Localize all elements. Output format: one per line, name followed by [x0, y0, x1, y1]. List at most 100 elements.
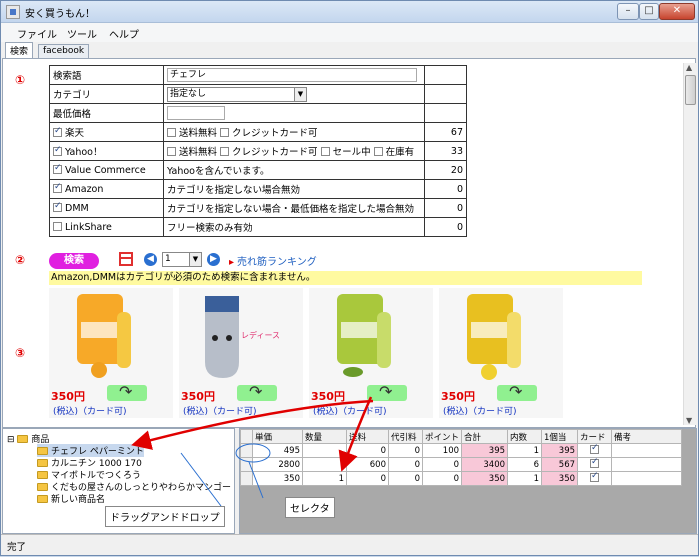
- add-to-cart-icon[interactable]: [237, 382, 277, 401]
- column-header[interactable]: 1個当: [541, 429, 579, 444]
- minimize-button[interactable]: –: [617, 3, 639, 20]
- grid-cell[interactable]: [611, 457, 683, 472]
- category-label: カテゴリ: [49, 84, 164, 104]
- grid-cell[interactable]: 100: [421, 443, 463, 458]
- marker-2: ②: [15, 253, 26, 267]
- scroll-thumb[interactable]: [685, 75, 696, 105]
- product-card[interactable]: 350円 (税込)（カード可): [439, 288, 563, 418]
- grid-cell: 395: [541, 443, 579, 458]
- grid-cell[interactable]: 350: [252, 471, 303, 486]
- checkbox-on-sale[interactable]: [320, 147, 330, 156]
- column-header[interactable]: カード: [577, 429, 613, 444]
- notice-bar: Amazon,DMMはカテゴリが必須のため検索に含まれません。: [49, 271, 642, 285]
- grid-cell[interactable]: [611, 443, 683, 458]
- maximize-button[interactable]: □: [639, 3, 659, 20]
- scroll-down-icon[interactable]: ▼: [686, 416, 692, 425]
- grid-cell[interactable]: [302, 457, 347, 472]
- result-count: 0: [424, 217, 467, 237]
- checkbox-dmm[interactable]: [53, 201, 62, 212]
- next-page-icon[interactable]: ▶: [207, 253, 220, 266]
- product-price: 350円: [311, 390, 345, 403]
- product-image[interactable]: [459, 292, 539, 382]
- checkbox-linkshare[interactable]: [53, 221, 62, 231]
- checkbox-rakuten[interactable]: [53, 126, 62, 137]
- grid-cell[interactable]: 0: [388, 471, 423, 486]
- card-checkbox[interactable]: [590, 443, 600, 454]
- checkbox-free-shipping[interactable]: [167, 128, 176, 137]
- grid-cell[interactable]: 6: [507, 457, 543, 472]
- grid-cell[interactable]: 1: [507, 471, 543, 486]
- card-checkbox[interactable]: [590, 471, 600, 482]
- menu-help[interactable]: ヘルプ: [109, 26, 139, 41]
- column-header[interactable]: 単価: [252, 429, 303, 444]
- grid-cell[interactable]: 0: [388, 443, 423, 458]
- grid-cell[interactable]: 0: [346, 443, 389, 458]
- vertical-scrollbar[interactable]: ▲ ▼: [683, 63, 696, 425]
- checkbox-credit-card[interactable]: [220, 147, 230, 156]
- price-grid: 単価 数量 送料 代引料 ポイント 合計 内数 1個当 カード 備考 495 0…: [240, 429, 683, 486]
- keyword-input[interactable]: チェフレ: [167, 68, 417, 82]
- product-image[interactable]: [69, 292, 149, 382]
- shop-note: フリー検索のみ有効: [163, 217, 425, 237]
- product-card[interactable]: 350円 (税込)（カード可): [49, 288, 173, 418]
- menu-file[interactable]: ファイル: [17, 26, 57, 41]
- add-to-cart-icon[interactable]: [497, 382, 537, 401]
- column-header[interactable]: 合計: [461, 429, 509, 444]
- tree-item[interactable]: 新しい商品名: [37, 492, 105, 505]
- page-select[interactable]: 1 ▼: [162, 252, 202, 267]
- product-image[interactable]: レディース: [199, 292, 279, 382]
- column-header[interactable]: 備考: [611, 429, 683, 444]
- add-to-cart-icon[interactable]: [367, 382, 407, 401]
- checkbox-yahoo[interactable]: [53, 145, 62, 156]
- product-card[interactable]: 350円 (税込)（カード可): [309, 288, 433, 418]
- column-header[interactable]: 代引料: [388, 429, 423, 444]
- checkbox-amazon[interactable]: [53, 182, 62, 193]
- search-button[interactable]: 検索: [49, 253, 99, 269]
- shop-row-linkshare: LinkShare フリー検索のみ有効 0: [49, 217, 467, 237]
- add-to-cart-icon[interactable]: [107, 382, 147, 401]
- column-header[interactable]: ポイント: [421, 429, 463, 444]
- grid-cell[interactable]: [302, 443, 347, 458]
- grid-cell[interactable]: 0: [388, 457, 423, 472]
- column-header[interactable]: 内数: [507, 429, 543, 444]
- checkbox-valuecommerce[interactable]: [53, 163, 62, 174]
- checkbox-in-stock[interactable]: [373, 147, 383, 156]
- checkbox-free-shipping[interactable]: [167, 147, 176, 156]
- grid-cell[interactable]: 0: [421, 471, 463, 486]
- close-button[interactable]: ✕: [659, 3, 695, 20]
- previous-page-icon[interactable]: ◀: [144, 253, 157, 266]
- tab-search[interactable]: 検索: [5, 42, 34, 59]
- grid-cell[interactable]: 1: [302, 471, 347, 486]
- shop-note: カテゴリを指定しない場合無効: [163, 179, 425, 199]
- min-price-input[interactable]: [167, 106, 225, 120]
- status-bar: 完了: [1, 534, 698, 555]
- grid-cell[interactable]: 0: [346, 471, 389, 486]
- grid-cell[interactable]: 1: [507, 443, 543, 458]
- grid-cell[interactable]: 2800: [252, 457, 303, 472]
- folder-icon: [37, 495, 48, 503]
- grid-cell[interactable]: 0: [421, 457, 463, 472]
- tab-facebook[interactable]: facebook: [38, 44, 90, 59]
- grid-cell[interactable]: 600: [346, 457, 389, 472]
- grid-cell[interactable]: [611, 471, 683, 486]
- column-header[interactable]: 数量: [302, 429, 347, 444]
- grid-cell[interactable]: 495: [252, 443, 303, 458]
- card-checkbox[interactable]: [590, 457, 600, 468]
- checkbox-credit-card[interactable]: [220, 128, 230, 137]
- scroll-up-icon[interactable]: ▲: [686, 63, 692, 72]
- grid-header-row: 単価 数量 送料 代引料 ポイント 合計 内数 1個当 カード 備考: [240, 429, 683, 444]
- product-card[interactable]: レディース 350円 (税込)（カード可): [179, 288, 303, 418]
- category-select[interactable]: 指定なし ▼: [167, 86, 307, 102]
- product-image[interactable]: [329, 292, 409, 382]
- marker-3: ③: [15, 346, 26, 360]
- result-count: 67: [424, 122, 467, 142]
- title-bar[interactable]: 安く買うもん！ – □ ✕: [1, 1, 698, 23]
- ranking-link[interactable]: 売れ筋ランキング: [229, 253, 317, 268]
- folder-icon: [37, 447, 48, 455]
- grid-cell: 350: [541, 471, 579, 486]
- column-header[interactable]: 送料: [346, 429, 389, 444]
- menu-bar: ファイル ツール ヘルプ: [1, 23, 698, 42]
- tab-strip: 検索 facebook: [1, 42, 698, 59]
- list-view-icon[interactable]: [119, 252, 133, 266]
- menu-tools[interactable]: ツール: [67, 26, 97, 41]
